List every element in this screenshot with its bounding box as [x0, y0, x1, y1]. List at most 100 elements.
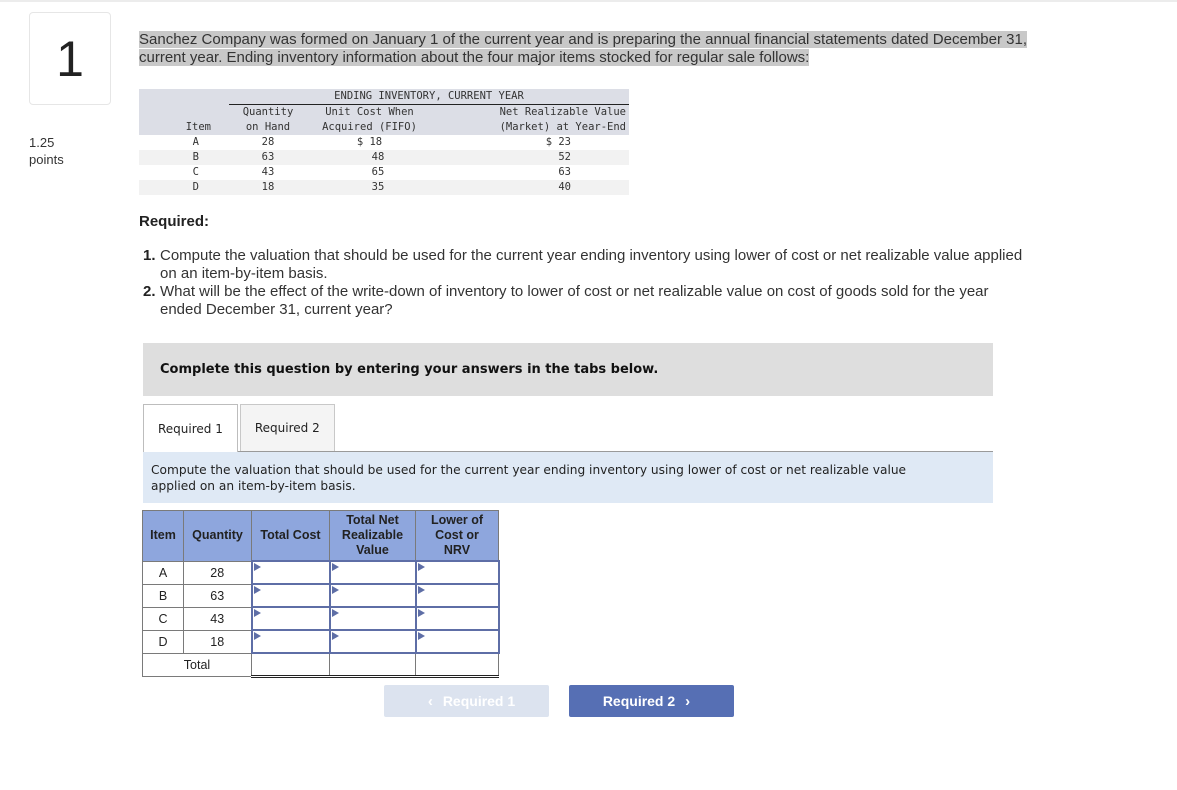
total-cost-input[interactable] — [252, 608, 329, 629]
input-flag-icon — [417, 632, 425, 640]
input-flag-icon — [417, 609, 425, 617]
table-row: C 43 — [142, 606, 500, 631]
total-label: Total — [142, 652, 252, 677]
lower-cost-nrv-input[interactable] — [416, 585, 498, 606]
item-cell: C — [142, 606, 184, 631]
table-row: B 63 — [142, 583, 500, 608]
input-flag-icon — [253, 632, 261, 640]
nrv-cell: 63 — [432, 165, 629, 180]
table-row: A 28 — [142, 560, 500, 585]
top-divider — [0, 0, 1177, 2]
task-description: Compute the valuation that should be use… — [143, 452, 993, 503]
header-unit-cost-1: Unit Cost When — [307, 104, 432, 120]
chevron-left-icon: ‹ — [427, 692, 433, 710]
item-cell: D — [142, 629, 184, 654]
table-row: D 18 35 40 — [139, 180, 629, 195]
header-nrv-2: (Market) at Year-End — [432, 120, 629, 135]
input-flag-icon — [253, 563, 261, 571]
quantity-cell: 18 — [229, 180, 307, 195]
points-label: points — [29, 152, 64, 167]
required-number: 1. — [143, 247, 156, 264]
col-header-total-nrv: Total Net Realizable Value — [329, 510, 416, 562]
quantity-cell: 28 — [183, 560, 252, 585]
intro-line-2: current year. Ending inventory informati… — [139, 49, 810, 66]
nrv-cell: 40 — [432, 180, 629, 195]
unit-cost-cell: 35 — [307, 180, 432, 195]
tab-required-1[interactable]: Required 1 — [143, 404, 238, 452]
answer-table: Item Quantity Total Cost Total Net Realiz… — [142, 510, 500, 678]
question-intro: Sanchez Company was formed on January 1 … — [139, 31, 1079, 67]
total-nrv-input[interactable] — [330, 608, 415, 629]
total-nrv-input[interactable] — [330, 631, 415, 652]
input-flag-icon — [331, 609, 339, 617]
next-required-button[interactable]: Required 2 › — [569, 685, 734, 717]
unit-cost-cell: 48 — [307, 150, 432, 165]
required-list: 1. Compute the valuation that should be … — [143, 247, 1083, 319]
header-nrv-1: Net Realizable Value — [432, 104, 629, 120]
input-flag-icon — [253, 609, 261, 617]
instruction-banner: Complete this question by entering your … — [143, 343, 993, 396]
chevron-right-icon: › — [685, 692, 691, 710]
total-cost-input[interactable] — [252, 631, 329, 652]
header-quantity-2: on Hand — [229, 120, 307, 135]
ending-inventory-table: ENDING INVENTORY, CURRENT YEAR Quantity … — [139, 89, 629, 195]
table-caption: ENDING INVENTORY, CURRENT YEAR — [229, 89, 629, 105]
unit-cost-cell: $ 18 — [307, 135, 432, 150]
header-quantity-1: Quantity — [229, 104, 307, 120]
quantity-cell: 18 — [183, 629, 252, 654]
unit-cost-cell: 65 — [307, 165, 432, 180]
required-heading: Required: — [139, 213, 210, 230]
input-flag-icon — [331, 563, 339, 571]
item-cell: C — [139, 165, 229, 180]
nrv-cell: 52 — [432, 150, 629, 165]
required-text: Compute the valuation that should be use… — [160, 247, 1023, 282]
lower-cost-nrv-input[interactable] — [416, 608, 498, 629]
item-cell: A — [142, 560, 184, 585]
quantity-cell: 28 — [229, 135, 307, 150]
total-nrv-value — [329, 652, 416, 678]
points-indicator: 1.25 points — [29, 134, 64, 168]
item-cell: A — [139, 135, 229, 150]
total-cost-input[interactable] — [252, 585, 329, 606]
total-row: Total — [142, 652, 499, 678]
tab-bar: Required 1 Required 2 — [143, 404, 337, 452]
task-line-1: Compute the valuation that should be use… — [151, 463, 907, 477]
nrv-cell: $ 23 — [432, 135, 629, 150]
total-nrv-input[interactable] — [330, 562, 415, 583]
table-row: B 63 48 52 — [139, 150, 629, 165]
input-flag-icon — [253, 586, 261, 594]
task-line-2: applied on an item-by-item basis. — [151, 479, 356, 493]
required-item-2: 2. What will be the effect of the write-… — [143, 283, 1083, 319]
quantity-cell: 63 — [229, 150, 307, 165]
item-cell: B — [139, 150, 229, 165]
total-cost-value — [251, 652, 330, 678]
input-flag-icon — [331, 586, 339, 594]
question-number: 1 — [29, 12, 111, 105]
input-flag-icon — [331, 632, 339, 640]
col-header-item: Item — [142, 510, 184, 562]
header-unit-cost-2: Acquired (FIFO) — [307, 120, 432, 135]
lower-cost-nrv-input[interactable] — [416, 562, 498, 583]
quantity-cell: 43 — [229, 165, 307, 180]
required-text: What will be the effect of the write-dow… — [160, 283, 989, 318]
table-row: D 18 — [142, 629, 500, 654]
previous-button-label: Required 1 — [442, 693, 516, 709]
next-button-label: Required 2 — [602, 693, 676, 709]
input-flag-icon — [417, 563, 425, 571]
col-header-total-cost: Total Cost — [251, 510, 330, 562]
tab-required-2[interactable]: Required 2 — [239, 404, 335, 451]
col-header-quantity: Quantity — [183, 510, 252, 562]
col-header-lower-cost-nrv: Lower of Cost or NRV — [415, 510, 499, 562]
item-cell: B — [142, 583, 184, 608]
points-value: 1.25 — [29, 135, 55, 150]
previous-required-button[interactable]: ‹ Required 1 — [384, 685, 549, 717]
table-row: A 28 $ 18 $ 23 — [139, 135, 629, 150]
lower-cost-nrv-input[interactable] — [416, 631, 498, 652]
header-item: Item — [139, 120, 229, 135]
total-cost-input[interactable] — [252, 562, 329, 583]
required-number: 2. — [143, 283, 156, 300]
quantity-cell: 43 — [183, 606, 252, 631]
intro-line-1: Sanchez Company was formed on January 1 … — [139, 31, 1028, 48]
total-nrv-input[interactable] — [330, 585, 415, 606]
total-lower-cost-nrv-value — [415, 652, 499, 678]
